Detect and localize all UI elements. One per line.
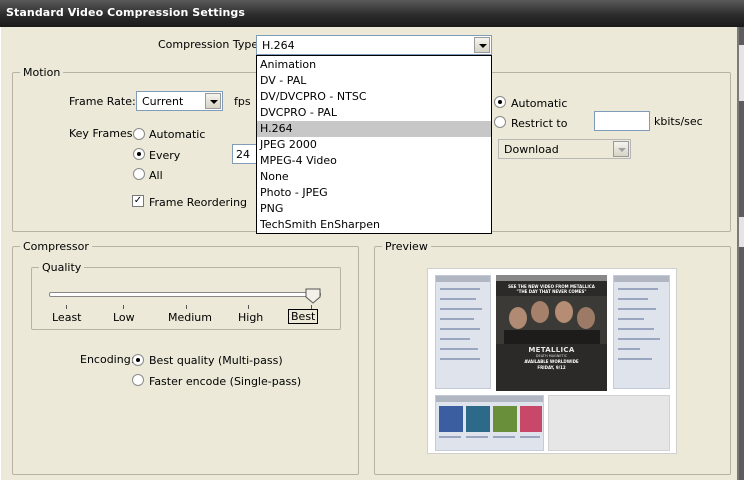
frame-reordering-checkbox[interactable]: ✓: [132, 195, 144, 207]
key-frames-every-value: 24: [236, 148, 250, 161]
encoding-best-radio[interactable]: [132, 354, 144, 366]
compression-option[interactable]: DV/DVCPRO - NTSC: [257, 89, 491, 105]
key-frames-every-radio[interactable]: [133, 148, 145, 160]
preview-empty-panel: [548, 395, 670, 451]
chevron-down-icon[interactable]: [613, 141, 629, 157]
preview-right-panel: [613, 275, 670, 389]
key-frames-all-label: All: [149, 169, 163, 182]
data-rate-restrict-radio[interactable]: [494, 116, 506, 128]
optimized-for-value: Download: [504, 143, 559, 156]
preview-banner-title: "THE DAY THAT NEVER COMES": [516, 289, 587, 294]
frame-rate-label: Frame Rate:: [69, 95, 136, 108]
preview-band-name: METALLICA: [528, 346, 575, 354]
quality-tick: [248, 305, 249, 309]
data-rate-automatic-label: Automatic: [511, 97, 568, 110]
window-title: Standard Video Compression Settings: [6, 6, 246, 19]
data-rate-unit: kbits/sec: [654, 115, 703, 128]
quality-least-label: Least: [52, 311, 82, 324]
data-rate-input[interactable]: [594, 111, 650, 131]
quality-best-label: Best: [288, 309, 319, 324]
compression-option[interactable]: DVCPRO - PAL: [257, 105, 491, 121]
data-rate-restrict-label: Restrict to: [511, 117, 568, 130]
compression-option[interactable]: PNG: [257, 201, 491, 217]
key-frames-every-label: Every: [149, 149, 181, 162]
window-title-bar[interactable]: Standard Video Compression Settings: [0, 0, 744, 27]
frame-rate-select[interactable]: Current: [136, 91, 223, 111]
encoding-faster-label: Faster encode (Single-pass): [149, 375, 302, 388]
compression-type-select[interactable]: H.264: [256, 35, 492, 55]
chevron-down-icon[interactable]: [474, 37, 490, 53]
background-window-edge: [739, 27, 744, 480]
quality-tick: [186, 305, 187, 309]
compression-option[interactable]: H.264: [257, 121, 491, 137]
compression-option[interactable]: MPEG-4 Video: [257, 153, 491, 169]
quality-slider-thumb[interactable]: [305, 288, 321, 304]
preview-bottom-panel: [435, 395, 544, 451]
quality-tick: [66, 305, 67, 309]
key-frames-automatic-radio[interactable]: [133, 128, 145, 140]
compression-type-label: Compression Type:: [158, 38, 262, 51]
preview-date: FRIDAY, 9/12: [537, 365, 566, 370]
compression-type-dropdown-list[interactable]: Animation DV - PAL DV/DVCPRO - NTSC DVCPRO …: [256, 55, 492, 234]
preview-left-panel: [435, 275, 491, 389]
data-rate-automatic-radio[interactable]: [494, 96, 506, 108]
quality-slider-track[interactable]: [49, 292, 321, 297]
encoding-best-label: Best quality (Multi-pass): [149, 354, 283, 367]
compressor-legend: Compressor: [20, 240, 92, 253]
compression-option[interactable]: Photo - JPEG: [257, 185, 491, 201]
chevron-down-icon[interactable]: [205, 93, 221, 109]
preview-legend: Preview: [382, 240, 431, 253]
preview-banner: SEE THE NEW VIDEO FROM METALLICA "THE DA…: [496, 275, 607, 391]
key-frames-all-radio[interactable]: [133, 168, 145, 180]
compression-option[interactable]: TechSmith EnSharpen: [257, 217, 491, 233]
quality-medium-label: Medium: [168, 311, 212, 324]
encoding-faster-radio[interactable]: [132, 374, 144, 386]
band-photo-image: [496, 296, 607, 344]
compression-option[interactable]: DV - PAL: [257, 73, 491, 89]
compression-option[interactable]: None: [257, 169, 491, 185]
compression-type-value: H.264: [262, 39, 295, 52]
frame-rate-value: Current: [142, 95, 184, 108]
fps-label: fps: [234, 95, 251, 108]
compression-option[interactable]: JPEG 2000: [257, 137, 491, 153]
motion-legend: Motion: [20, 66, 64, 79]
key-frames-label: Key Frames:: [69, 127, 137, 140]
quality-legend: Quality: [39, 261, 85, 274]
quality-tick: [123, 305, 124, 309]
key-frames-every-input[interactable]: 24: [232, 144, 258, 164]
compression-option[interactable]: Animation: [257, 57, 491, 73]
optimized-for-select[interactable]: Download: [498, 139, 631, 159]
quality-low-label: Low: [113, 311, 135, 324]
encoding-label: Encoding:: [80, 353, 135, 366]
preview-thumbnail: SEE THE NEW VIDEO FROM METALLICA "THE DA…: [427, 268, 677, 454]
quality-high-label: High: [238, 311, 264, 324]
key-frames-automatic-label: Automatic: [149, 128, 206, 141]
frame-reordering-label: Frame Reordering: [149, 196, 248, 209]
